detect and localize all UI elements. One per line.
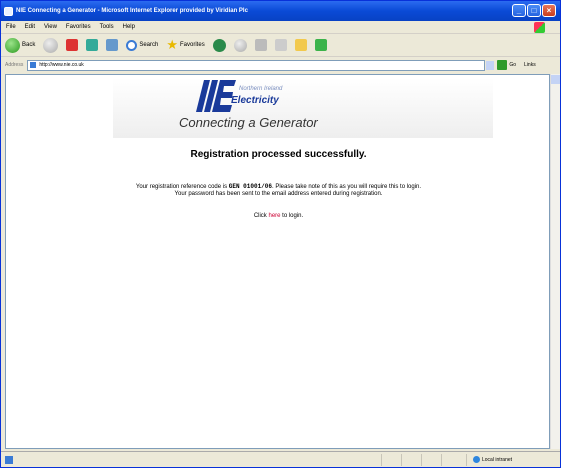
nie-logo-icon	[196, 80, 236, 112]
scroll-up-icon[interactable]	[551, 75, 560, 84]
intranet-globe-icon	[473, 456, 480, 463]
history-icon	[233, 38, 247, 52]
logo-title: Electricity	[231, 95, 279, 106]
status-divider	[421, 454, 422, 466]
window-title: NIE Connecting a Generator - Microsoft I…	[16, 8, 248, 14]
status-divider	[381, 454, 382, 466]
login-link[interactable]: here	[268, 213, 280, 219]
banner-title: Connecting a Generator	[179, 115, 318, 130]
login-message: Click here to login.	[253, 213, 304, 219]
browser-window: NIE Connecting a Generator - Microsoft I…	[0, 0, 561, 468]
go-arrow-icon[interactable]	[497, 60, 508, 70]
messenger-button[interactable]	[314, 39, 327, 51]
print-icon	[274, 39, 287, 51]
mail-button[interactable]	[254, 39, 267, 51]
address-dropdown-icon[interactable]	[486, 60, 495, 70]
address-bar: Address http://www.nie.co.uk Go Links	[1, 58, 560, 72]
refresh-icon	[86, 39, 99, 51]
status-divider	[441, 454, 442, 466]
history-button[interactable]	[233, 38, 247, 52]
maximize-button[interactable]: □	[527, 4, 541, 17]
windows-logo-icon	[534, 22, 545, 33]
minimize-button[interactable]: _	[512, 4, 526, 17]
reference-message: Your registration reference code is GEN …	[135, 183, 422, 190]
links-button[interactable]: Links	[524, 62, 536, 68]
logo-subtitle: Northern Ireland	[239, 86, 283, 92]
close-button[interactable]: ×	[542, 4, 556, 17]
search-button[interactable]: Search	[126, 39, 158, 51]
stop-button[interactable]	[66, 39, 79, 51]
favorites-button[interactable]: ★ Favorites	[166, 37, 204, 52]
ie-icon	[4, 6, 13, 16]
menu-file[interactable]: File	[6, 24, 16, 30]
refresh-button[interactable]	[86, 39, 99, 51]
stop-icon	[66, 39, 79, 51]
favorites-star-icon: ★	[166, 37, 179, 52]
address-input[interactable]: http://www.nie.co.uk	[27, 59, 486, 71]
media-icon	[212, 38, 226, 52]
status-page-icon	[5, 455, 13, 464]
toolbar: Back Search ★ Favorites	[1, 34, 560, 57]
mail-icon	[254, 39, 267, 51]
page-icon	[30, 62, 37, 68]
menu-tools[interactable]: Tools	[100, 24, 114, 30]
header-banner: Northern Ireland Electricity Connecting …	[113, 78, 493, 138]
home-icon	[106, 39, 119, 51]
menu-favorites[interactable]: Favorites	[66, 24, 91, 30]
page-title: Registration processed successfully.	[190, 149, 367, 160]
password-message: Your password has been sent to the email…	[174, 191, 383, 197]
back-button[interactable]: Back	[5, 37, 35, 53]
media-button[interactable]	[212, 38, 226, 52]
menu-help[interactable]: Help	[123, 24, 135, 30]
vertical-scrollbar[interactable]	[550, 74, 560, 449]
folder-icon	[294, 39, 307, 51]
status-divider	[466, 454, 467, 466]
status-divider	[401, 454, 402, 466]
home-button[interactable]	[106, 39, 119, 51]
page-content: Northern Ireland Electricity Connecting …	[5, 74, 550, 449]
menu-edit[interactable]: Edit	[25, 24, 35, 30]
forward-button[interactable]	[43, 37, 59, 53]
search-icon	[126, 39, 138, 51]
menu-view[interactable]: View	[44, 24, 57, 30]
status-bar: Local intranet	[1, 451, 560, 467]
address-label: Address	[5, 62, 24, 68]
folder-button[interactable]	[294, 39, 307, 51]
security-zone: Local intranet	[473, 456, 512, 463]
messenger-icon	[314, 39, 327, 51]
go-button[interactable]: Go	[509, 62, 516, 68]
forward-arrow-icon	[43, 37, 59, 53]
menu-bar: File Edit View Favorites Tools Help	[1, 21, 560, 34]
print-button[interactable]	[274, 39, 287, 51]
title-bar[interactable]: NIE Connecting a Generator - Microsoft I…	[1, 1, 560, 21]
back-arrow-icon	[5, 37, 20, 53]
reference-code: GEN 01001/06	[228, 183, 272, 190]
